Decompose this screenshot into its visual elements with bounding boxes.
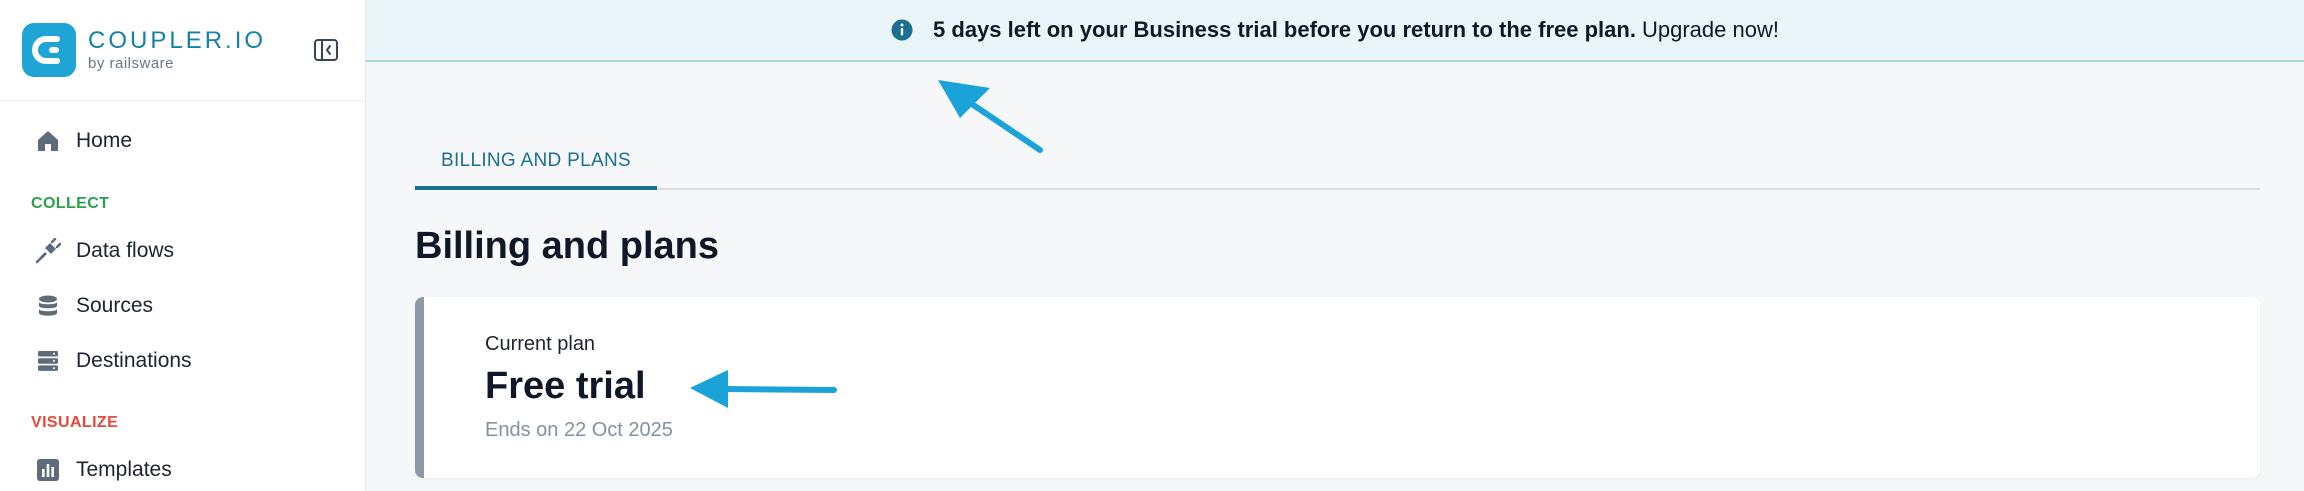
current-plan-label: Current plan	[485, 333, 596, 355]
app-window: COUPLER.IO by railsware Home COLLECT Dat…	[0, 0, 2304, 491]
sidebar-item-label: Data flows	[76, 239, 175, 262]
plan-card-accent	[415, 297, 424, 478]
plan-name: Free trial	[485, 365, 646, 407]
current-plan-card: Current plan Free trial Ends on 22 Oct 2…	[415, 297, 2260, 478]
tab-bar: BILLING AND PLANS	[415, 136, 2260, 190]
server-icon	[34, 347, 62, 375]
section-label-visualize: VISUALIZE	[31, 414, 119, 431]
upgrade-now-link[interactable]: Upgrade now!	[1642, 17, 1779, 42]
info-icon	[891, 19, 913, 41]
banner-message: 5 days left on your Business trial befor…	[933, 17, 1636, 42]
sidebar-item-label: Sources	[76, 294, 154, 317]
plug-icon	[34, 237, 62, 265]
sidebar-item-label: Home	[76, 129, 133, 152]
sidebar-item-data-flows[interactable]: Data flows	[34, 236, 174, 266]
coupler-logo-icon	[22, 23, 76, 77]
sidebar-item-sources[interactable]: Sources	[34, 291, 153, 321]
trial-banner: 5 days left on your Business trial befor…	[366, 0, 2304, 62]
brand-name: COUPLER.IO	[88, 27, 267, 54]
section-label-collect: COLLECT	[31, 195, 110, 212]
sidebar-divider	[0, 100, 366, 101]
sidebar-item-label: Templates	[76, 458, 172, 481]
sidebar-item-home[interactable]: Home	[34, 126, 132, 156]
sidebar-item-destinations[interactable]: Destinations	[34, 346, 192, 376]
page-title: Billing and plans	[415, 225, 720, 267]
sidebar-item-templates[interactable]: Templates	[34, 455, 172, 485]
sidebar-item-label: Destinations	[76, 349, 192, 372]
brand-subtitle: by railsware	[88, 55, 175, 72]
tab-billing-and-plans[interactable]: BILLING AND PLANS	[415, 136, 657, 190]
collapse-sidebar-button[interactable]	[311, 36, 341, 64]
sidebar: COUPLER.IO by railsware Home COLLECT Dat…	[0, 0, 366, 491]
database-icon	[34, 292, 62, 320]
bar-chart-icon	[34, 456, 62, 484]
home-icon	[34, 127, 62, 155]
sidebar-collapse-icon	[314, 39, 338, 61]
plan-end-date: Ends on 22 Oct 2025	[485, 419, 673, 441]
brand-logo[interactable]: COUPLER.IO by railsware	[22, 22, 282, 78]
